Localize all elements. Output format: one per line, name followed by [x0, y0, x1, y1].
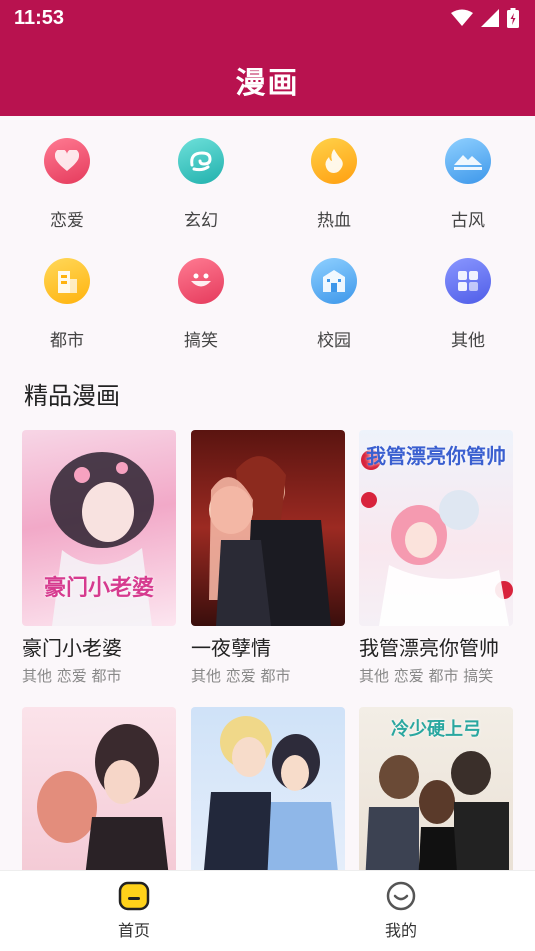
category-action[interactable]: 热血	[284, 132, 384, 231]
comic-title: 一夜孽情	[191, 636, 271, 660]
category-other[interactable]: 其他	[418, 252, 518, 351]
category-school[interactable]: 校园	[284, 252, 384, 351]
app-bar: 漫画	[0, 38, 535, 116]
comic-card[interactable]: 一夜孽情 其他 恋爱 都市	[191, 430, 345, 686]
category-label: 古风	[451, 211, 485, 231]
category-label: 都市	[50, 331, 84, 351]
nav-profile[interactable]: 我的	[361, 881, 441, 941]
signal-icon	[481, 9, 499, 27]
grid-icon	[445, 258, 491, 304]
status-icons	[451, 8, 519, 28]
category-fantasy[interactable]: 玄幻	[151, 132, 251, 231]
bottom-nav: 首页 我的	[0, 870, 535, 951]
category-ancient[interactable]: 古风	[418, 132, 518, 231]
comic-tags: 其他 恋爱 都市	[191, 667, 291, 685]
status-time: 11:53	[14, 7, 65, 29]
comic-card[interactable]: 我管漂亮你管帅 我管漂亮你管帅 其他 恋爱 都市 搞笑	[359, 430, 513, 686]
category-label: 校园	[317, 331, 351, 351]
category-label: 搞笑	[184, 331, 218, 351]
comic-title: 豪门小老婆	[22, 636, 122, 660]
status-bar: 11:53	[0, 0, 535, 38]
section-title: 精品漫画	[24, 382, 120, 410]
heart-icon	[44, 138, 90, 184]
category-urban[interactable]: 都市	[17, 252, 117, 351]
comic-cover[interactable]	[191, 430, 345, 626]
category-label: 玄幻	[184, 211, 218, 231]
flame-icon	[311, 138, 357, 184]
category-romance[interactable]: 恋爱	[17, 132, 117, 231]
battery-icon	[507, 8, 519, 28]
category-label: 恋爱	[50, 211, 84, 231]
home-icon	[118, 881, 150, 911]
wifi-icon	[451, 9, 473, 26]
comic-card[interactable]: 豪门小老婆 豪门小老婆 其他 恋爱 都市	[22, 430, 176, 686]
comic-tags: 其他 恋爱 都市 搞笑	[359, 667, 494, 685]
profile-icon	[386, 881, 416, 911]
school-icon	[311, 258, 357, 304]
nav-label: 我的	[384, 921, 417, 940]
cover-caption: 冷少硬上弓	[391, 719, 481, 740]
category-label: 其他	[451, 331, 485, 351]
landscape-icon	[445, 138, 491, 184]
building-icon	[44, 258, 90, 304]
swirl-icon	[178, 138, 224, 184]
comic-cover[interactable]: 豪门小老婆	[22, 430, 176, 626]
cover-caption: 我管漂亮你管帅	[366, 444, 506, 468]
nav-home[interactable]: 首页	[94, 881, 174, 941]
cover-caption: 豪门小老婆	[43, 576, 154, 601]
comic-tags: 其他 恋爱 都市	[22, 667, 122, 685]
comic-title: 我管漂亮你管帅	[359, 636, 499, 660]
smile-icon	[178, 258, 224, 304]
category-label: 热血	[317, 211, 351, 231]
nav-label: 首页	[117, 921, 150, 940]
comic-cover[interactable]: 我管漂亮你管帅	[359, 430, 513, 626]
category-comedy[interactable]: 搞笑	[151, 252, 251, 351]
page-title: 漫画	[235, 66, 300, 101]
